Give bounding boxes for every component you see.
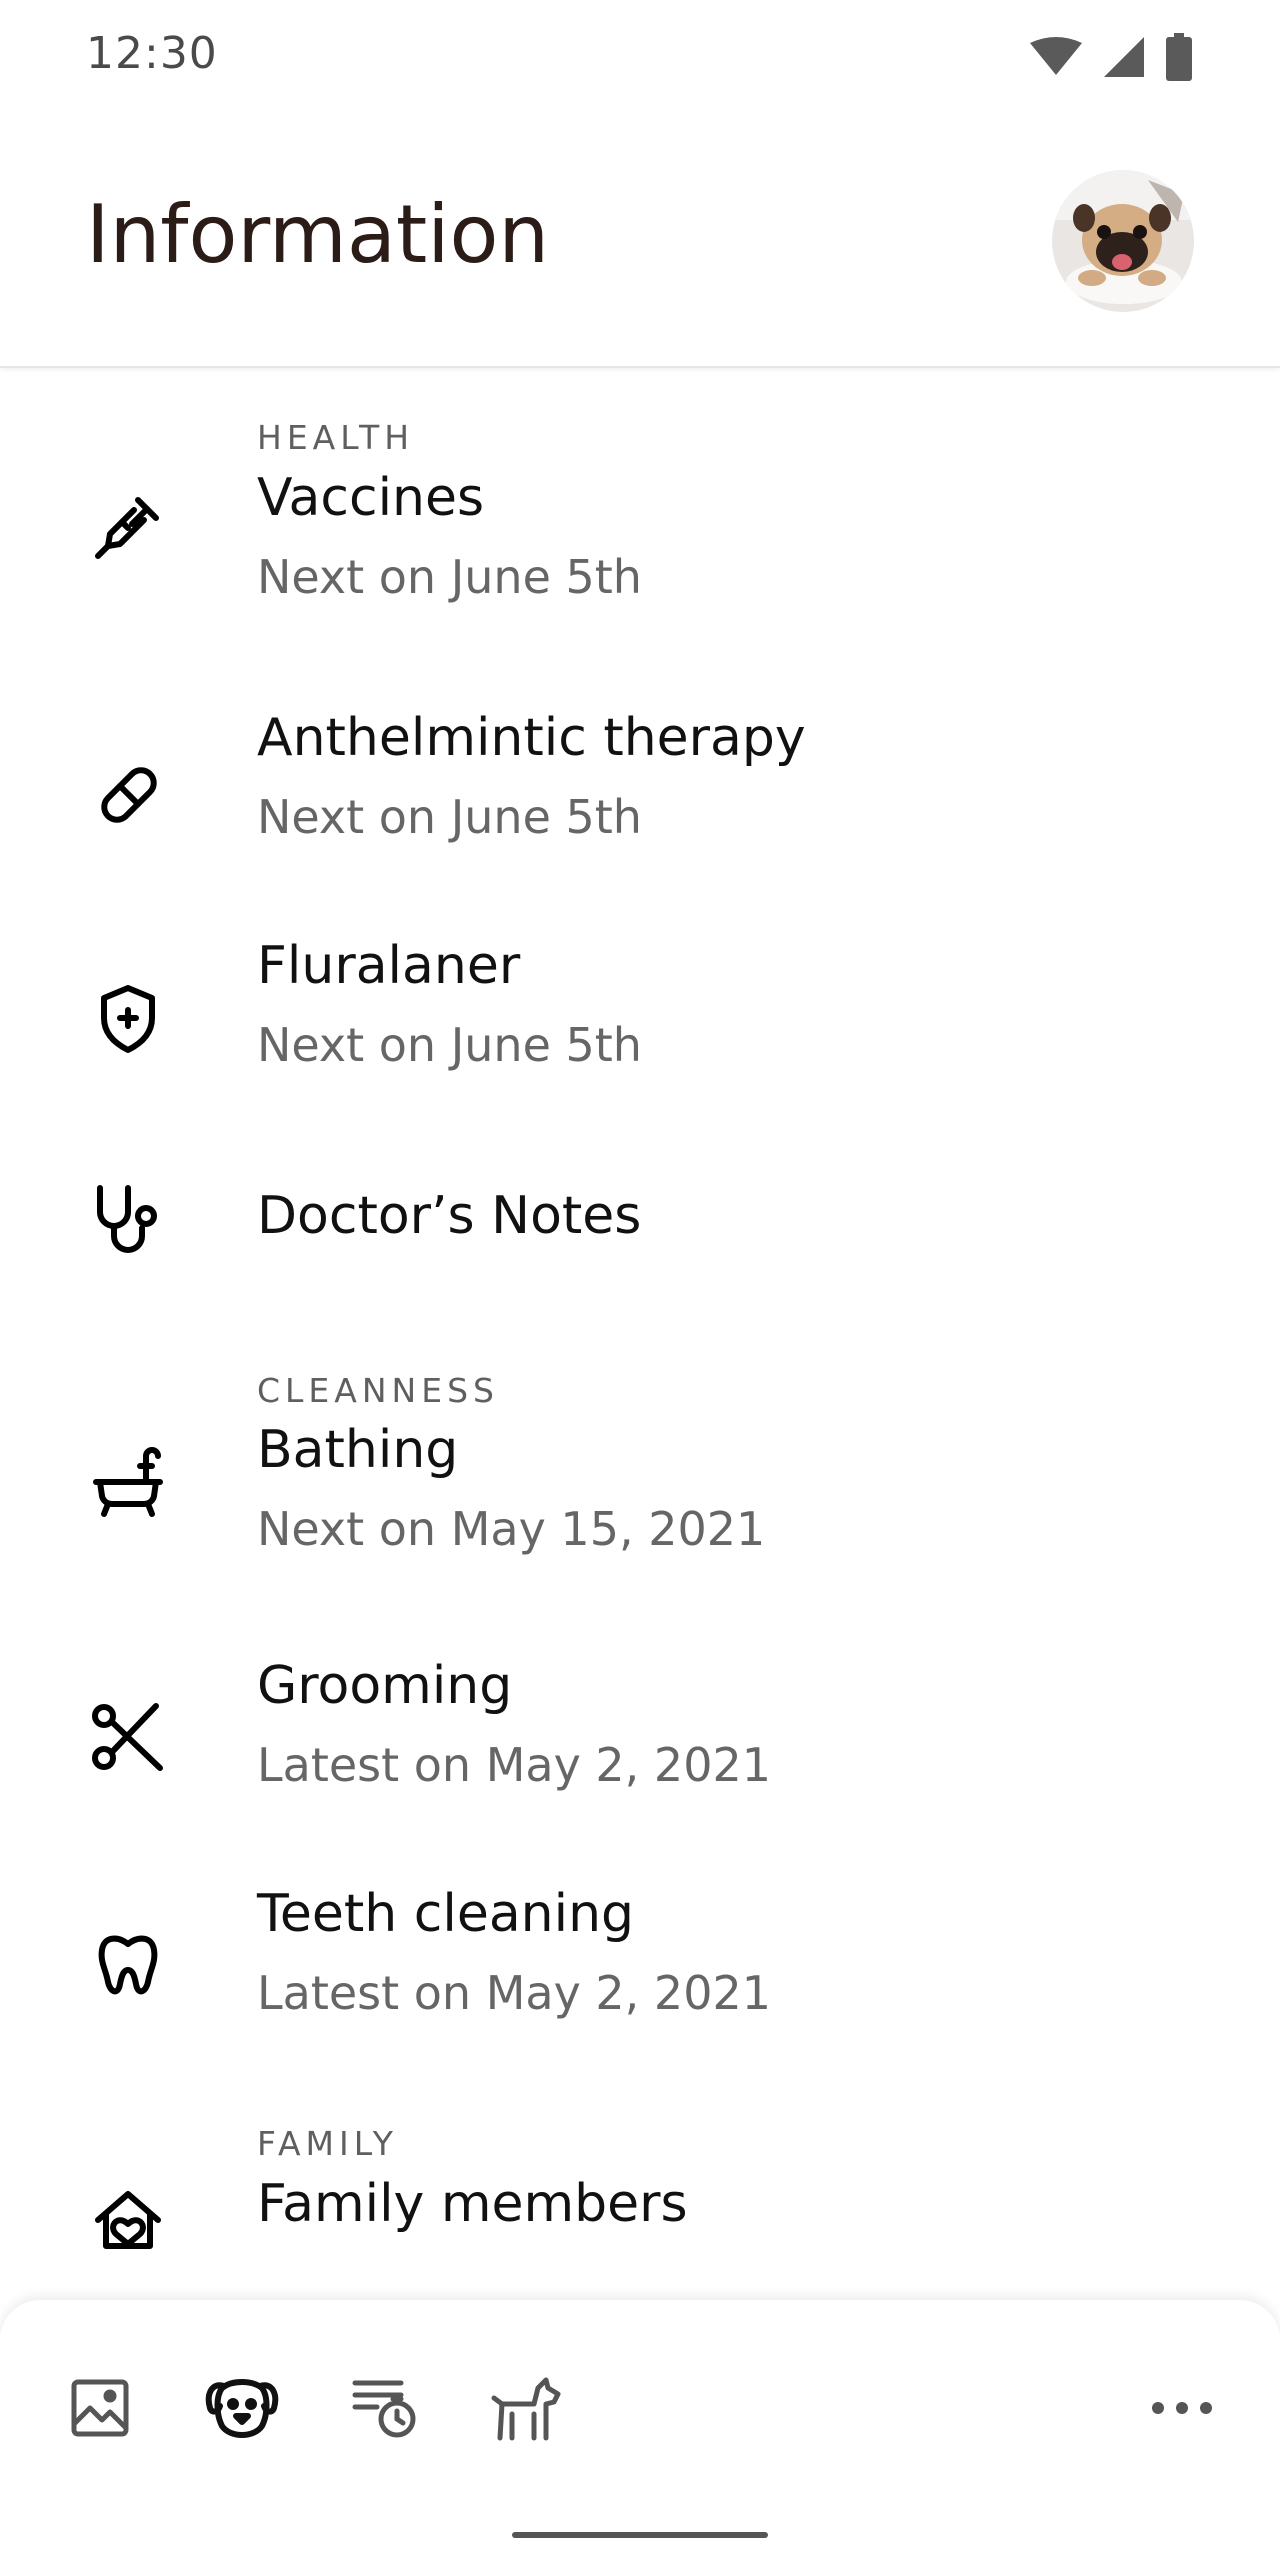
item-subtitle: Latest on May 2, 2021 [257, 1966, 771, 2020]
section-label-health: HEALTH [257, 418, 415, 457]
more-button[interactable] [1140, 2368, 1224, 2448]
item-title: Grooming [257, 1656, 513, 1716]
nav-gallery-button[interactable] [60, 2368, 140, 2448]
signal-icon [1104, 37, 1144, 77]
item-title: Doctor’s Notes [257, 1186, 642, 1246]
family-home-icon [95, 2191, 161, 2249]
bottom-app-bar [0, 2300, 1280, 2560]
item-title: Family members [257, 2174, 688, 2234]
item-subtitle: Next on June 5th [257, 550, 642, 604]
gallery-icon [71, 2379, 129, 2437]
list-item-fluralaner[interactable]: Fluralaner Next on June 5th [0, 936, 1280, 1106]
item-subtitle: Next on June 5th [257, 790, 642, 844]
item-title: Bathing [257, 1420, 459, 1480]
item-subtitle: Latest on May 2, 2021 [257, 1738, 771, 1792]
list-item-doctors-notes[interactable]: Doctor’s Notes [0, 1158, 1280, 1278]
list-item-grooming[interactable]: Grooming Latest on May 2, 2021 [0, 1656, 1280, 1826]
more-icon [1152, 2402, 1212, 2414]
list-item-anthelmintic-therapy[interactable]: Anthelmintic therapy Next on June 5th [0, 708, 1280, 878]
nav-schedule-button[interactable] [346, 2368, 426, 2448]
dog-face-icon [205, 2379, 279, 2438]
item-title: Vaccines [257, 468, 485, 528]
item-title: Anthelmintic therapy [257, 708, 806, 768]
tooth-icon [98, 1935, 158, 1995]
battery-icon [1166, 33, 1192, 81]
shield-plus-icon [101, 985, 155, 1053]
pill-icon [101, 767, 157, 823]
item-title: Teeth cleaning [257, 1884, 635, 1944]
wifi-icon [1030, 37, 1082, 75]
bathtub-icon [93, 1447, 163, 1517]
status-icons [1028, 30, 1194, 84]
nav-dog-button[interactable] [486, 2368, 566, 2448]
dog-icon [491, 2377, 561, 2441]
page-title: Information [86, 188, 550, 281]
syringe-icon [95, 497, 159, 559]
information-screen: 12:30 Information HEALTH Vaccines Next o… [0, 0, 1280, 2560]
stethoscope-icon [97, 1185, 157, 1253]
scissors-icon [92, 1703, 163, 1771]
schedule-list-icon [352, 2380, 416, 2438]
list-item-vaccines[interactable]: Vaccines Next on June 5th [0, 468, 1280, 638]
status-time: 12:30 [86, 28, 218, 79]
list-item-family-members[interactable]: Family members [0, 2174, 1280, 2284]
list-item-teeth-cleaning[interactable]: Teeth cleaning Latest on May 2, 2021 [0, 1884, 1280, 2054]
home-indicator[interactable] [512, 2532, 768, 2538]
section-label-cleanness: CLEANNESS [257, 1371, 499, 1410]
section-label-family: FAMILY [257, 2124, 398, 2163]
pug-avatar-image [1052, 170, 1194, 312]
status-bar: 12:30 [0, 0, 1280, 118]
item-subtitle: Next on May 15, 2021 [257, 1502, 766, 1556]
item-subtitle: Next on June 5th [257, 1018, 642, 1072]
avatar[interactable] [1052, 170, 1194, 312]
list-item-bathing[interactable]: Bathing Next on May 15, 2021 [0, 1420, 1280, 1590]
item-title: Fluralaner [257, 936, 521, 996]
top-app-bar: Information [0, 118, 1280, 368]
nav-pet-button[interactable] [202, 2368, 282, 2448]
